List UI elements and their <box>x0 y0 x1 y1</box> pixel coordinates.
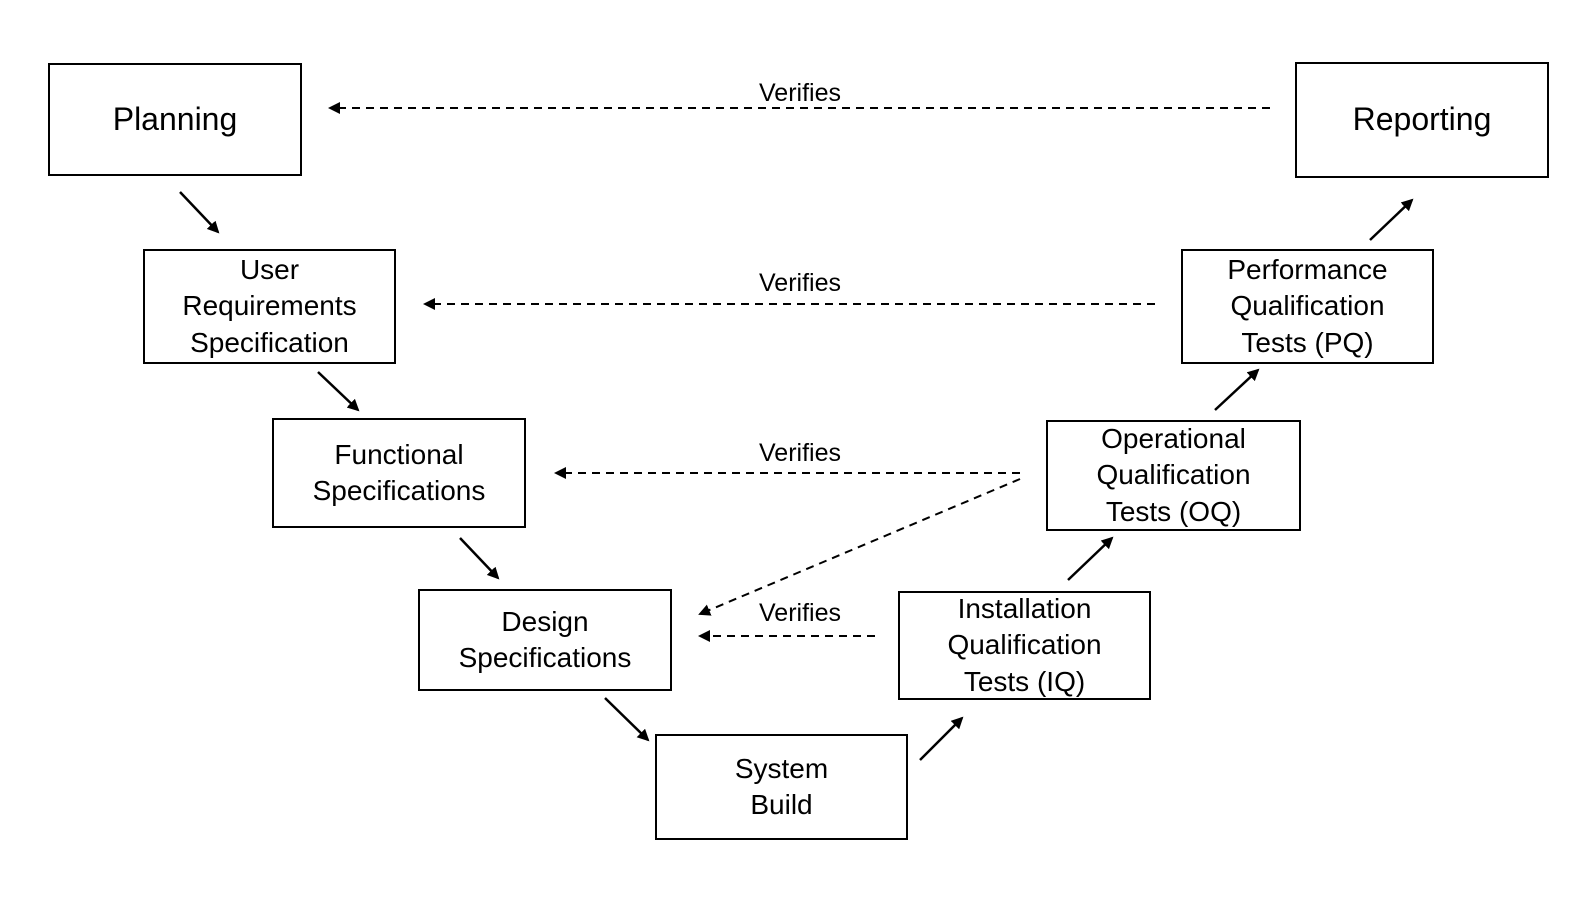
box-label: FunctionalSpecifications <box>313 437 486 510</box>
box-ds: DesignSpecifications <box>418 589 672 691</box>
box-sb: SystemBuild <box>655 734 908 840</box>
box-label: PerformanceQualificationTests (PQ) <box>1227 252 1387 361</box>
box-label: SystemBuild <box>735 751 828 824</box>
arrow-pq-reporting <box>1370 200 1412 240</box>
v-model-diagram: Planning UserRequirementsSpecification F… <box>0 0 1592 902</box>
arrow-urs-fs <box>318 372 358 410</box>
box-oq: OperationalQualificationTests (OQ) <box>1046 420 1301 531</box>
verify-label-1: Verifies <box>753 79 847 108</box>
arrow-iq-oq <box>1068 538 1112 580</box>
box-label: UserRequirementsSpecification <box>182 252 356 361</box>
box-label: OperationalQualificationTests (OQ) <box>1096 421 1250 530</box>
box-label: Reporting <box>1353 99 1492 141</box>
box-urs: UserRequirementsSpecification <box>143 249 396 364</box>
box-pq: PerformanceQualificationTests (PQ) <box>1181 249 1434 364</box>
verify-label-4: Verifies <box>753 599 847 628</box>
verify-label-2: Verifies <box>753 269 847 298</box>
box-label: Planning <box>113 99 238 141</box>
box-fs: FunctionalSpecifications <box>272 418 526 528</box>
box-label: InstallationQualificationTests (IQ) <box>947 591 1101 700</box>
arrow-ds-sb <box>605 698 648 740</box>
verify-label-3: Verifies <box>753 439 847 468</box>
box-reporting: Reporting <box>1295 62 1549 178</box>
box-label: DesignSpecifications <box>459 604 632 677</box>
arrow-planning-urs <box>180 192 218 232</box>
arrow-sb-iq <box>920 718 962 760</box>
arrow-fs-ds <box>460 538 498 578</box>
box-iq: InstallationQualificationTests (IQ) <box>898 591 1151 700</box>
arrow-oq-pq <box>1215 370 1258 410</box>
box-planning: Planning <box>48 63 302 176</box>
